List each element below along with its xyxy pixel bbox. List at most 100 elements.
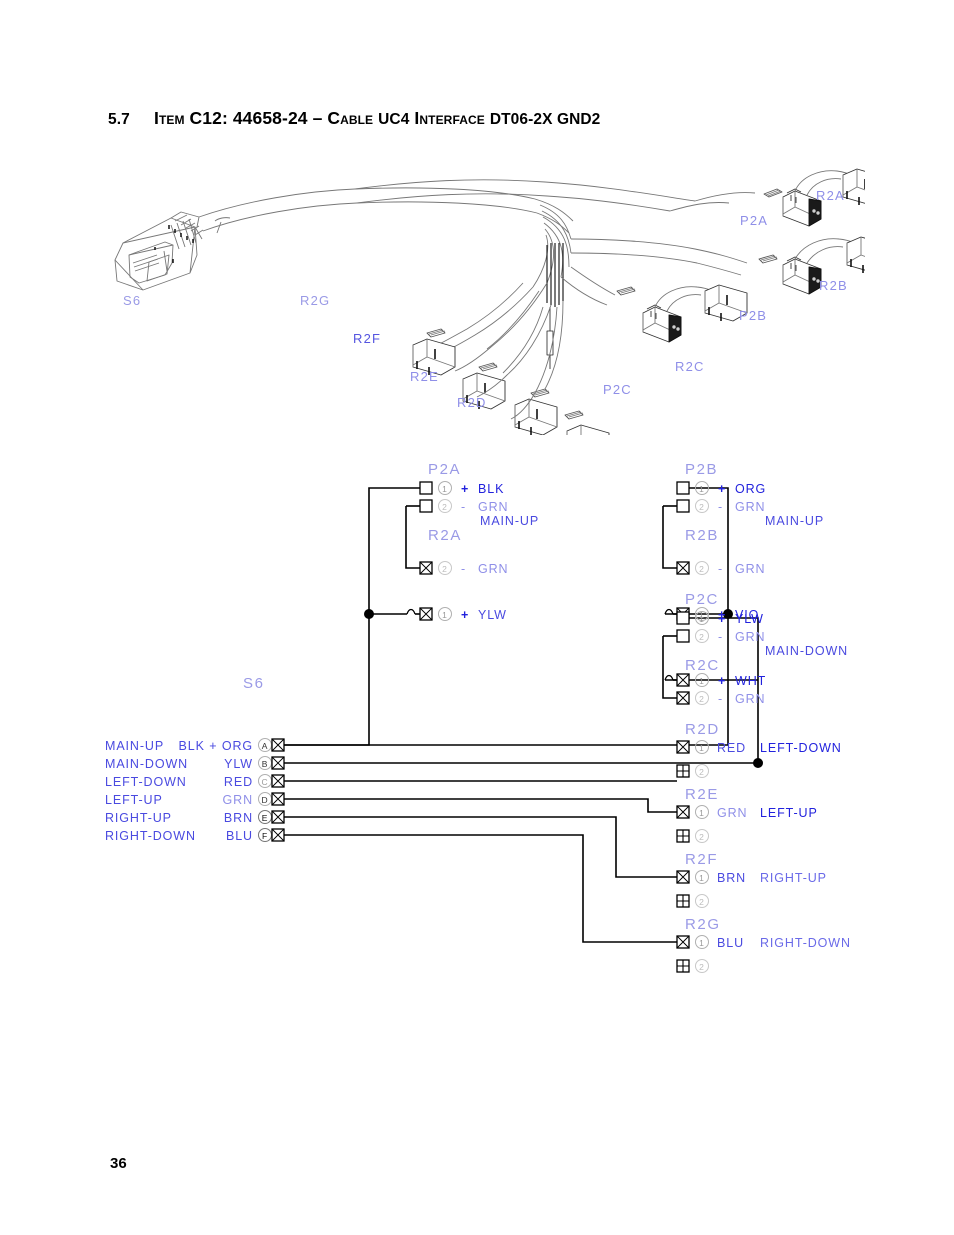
callout-r2a: R2A <box>816 188 845 203</box>
r2e-color-1: GRN <box>717 806 747 820</box>
p2c-sign-2: - <box>718 630 723 644</box>
r2c-sign-1: + <box>718 674 726 688</box>
p2b-sign-1: + <box>718 482 726 496</box>
r2d-pinnum-2: 2 <box>699 767 705 777</box>
p2c-color-1: YLW <box>735 612 764 626</box>
r2c-pinnum-1: 1 <box>699 676 705 686</box>
schematic-connector-r2d: R2D 1 RED LEFT-DOWN 2 <box>676 721 842 778</box>
schematic-group-main-down: P2C 1 + YLW 2 - GRN MAIN-DOWN R2C 1 + WH… <box>676 591 847 706</box>
callout-s6: S6 <box>123 293 141 308</box>
s6-color-f: BLU <box>226 829 253 843</box>
s6-color-c: RED <box>224 775 253 789</box>
group-function-main-up-right: MAIN-UP <box>765 514 824 528</box>
p2a-color-1: BLK <box>478 482 504 496</box>
p2a-pin-1: 1 + BLK <box>419 481 504 496</box>
p2a-pinnum-1: 1 <box>442 484 448 494</box>
callout-p2c: P2C <box>603 382 632 397</box>
r2f-function: RIGHT-UP <box>760 871 827 885</box>
s6-color-d: GRN <box>223 793 253 807</box>
r2e-pinnum-2: 2 <box>699 832 705 842</box>
r2f-pinnum-1: 1 <box>699 873 705 883</box>
p2a-sign-1: + <box>461 482 469 496</box>
section-title-part2: UC4 <box>378 111 410 128</box>
schematic-connector-s6: S6 MAIN-UP BLK + ORG A MAIN-DOWN YLW B L… <box>105 675 285 843</box>
r2b-title: R2B <box>685 527 719 544</box>
s6-pinnum-e: E <box>262 813 269 823</box>
s6-function-d: LEFT-UP <box>105 793 163 807</box>
r2f-title: R2F <box>685 851 718 868</box>
p2a-pinnum-2: 2 <box>442 502 448 512</box>
r2g-title: R2G <box>685 916 721 933</box>
r2d-title: R2D <box>685 721 720 738</box>
p2a-sign-2: - <box>461 500 466 514</box>
page-number: 36 <box>110 1155 127 1172</box>
s6-pin-row-a: MAIN-UP BLK + ORG A <box>105 738 285 753</box>
s6-pinnum-c: C <box>261 777 268 787</box>
r2c-color-2: GRN <box>735 692 765 706</box>
r2g-pinnum-1: 1 <box>699 938 705 948</box>
s6-color-e: BRN <box>224 811 253 825</box>
section-number: 5.7 <box>108 111 130 128</box>
p2a-pin-2: 2 - GRN <box>419 499 508 514</box>
p2c-pinnum-1: 1 <box>699 614 705 624</box>
callout-p2a: P2A <box>740 213 768 228</box>
callout-r2b: R2B <box>819 278 848 293</box>
r2a-pin-1: 1 + YLW <box>419 607 507 622</box>
r2g-function: RIGHT-DOWN <box>760 936 851 950</box>
p2c-pin-2: 2 - GRN <box>676 629 765 644</box>
r2e-function: LEFT-UP <box>760 806 818 820</box>
r2f-color-1: BRN <box>717 871 746 885</box>
p2b-pinnum-1: 1 <box>699 484 705 494</box>
s6-function-b: MAIN-DOWN <box>105 757 188 771</box>
cable-assembly-drawing: S6 R2G R2F R2E R2D P2C R2C P2B R2B P2A R… <box>114 168 865 435</box>
r2d-color-1: RED <box>717 741 746 755</box>
p2b-pinnum-2: 2 <box>699 502 705 512</box>
schematic-group-main-up-left: P2A 1 + BLK 2 - GRN MAIN-UP R2A 1 + YLW <box>419 461 539 622</box>
s6-pin-row-e: RIGHT-UP BRN E <box>105 810 285 825</box>
r2a-title: R2A <box>428 527 462 544</box>
s6-color-a: BLK + ORG <box>179 739 253 753</box>
schematic-connector-r2g: R2G 1 BLU RIGHT-DOWN 2 <box>676 916 851 973</box>
group-function-main-up-left: MAIN-UP <box>480 514 539 528</box>
s6-pin-row-b: MAIN-DOWN YLW B <box>105 756 285 771</box>
s6-title: S6 <box>243 675 265 692</box>
s6-color-b: YLW <box>224 757 253 771</box>
r2b-color-2: GRN <box>735 562 765 576</box>
p2c-sign-1: + <box>718 612 726 626</box>
r2b-sign-2: - <box>718 562 723 576</box>
s6-pin-row-f: RIGHT-DOWN BLU F <box>105 828 285 843</box>
r2a-color-2: GRN <box>478 562 508 576</box>
callout-r2d: R2D <box>457 395 487 410</box>
schematic-connector-r2e: R2E 1 GRN LEFT-UP 2 <box>676 786 818 843</box>
r2d-function: LEFT-DOWN <box>760 741 842 755</box>
p2b-sign-2: - <box>718 500 723 514</box>
r2a-color-1: YLW <box>478 608 507 622</box>
section-title-part3: Interface <box>409 108 490 128</box>
r2c-sign-2: - <box>718 692 723 706</box>
r2b-pinnum-2: 2 <box>699 564 705 574</box>
p2b-pin-2: 2 - GRN <box>676 499 765 514</box>
p2a-title: P2A <box>428 461 461 478</box>
p2c-title: P2C <box>685 591 719 608</box>
section-title-part4: DT06-2X GND2 <box>489 111 601 128</box>
r2a-pin-2: 2 - GRN <box>419 561 508 576</box>
s6-pin-row-c: LEFT-DOWN RED C <box>105 774 285 789</box>
wiring-schematic: S6 MAIN-UP BLK + ORG A MAIN-DOWN YLW B L… <box>105 461 851 973</box>
s6-function-a: MAIN-UP <box>105 739 164 753</box>
section-title-part1: Item C12: 44658-24 – Cable <box>154 108 379 128</box>
r2a-pinnum-2: 2 <box>442 564 448 574</box>
r2c-pin-2: 2 - GRN <box>676 691 765 706</box>
r2e-title: R2E <box>685 786 719 803</box>
r2f-pinnum-2: 2 <box>699 897 705 907</box>
s6-pinnum-a: A <box>262 741 269 751</box>
s6-pinnum-f: F <box>262 831 268 841</box>
callout-r2e: R2E <box>410 369 439 384</box>
callout-r2f: R2F <box>353 331 381 346</box>
s6-pinnum-d: D <box>261 795 268 805</box>
s6-pinnum-b: B <box>262 759 269 769</box>
r2c-color-1: WHT <box>735 674 766 688</box>
r2c-title: R2C <box>685 657 720 674</box>
r2b-pin-2: 2 - GRN <box>676 561 765 576</box>
callout-r2c: R2C <box>675 359 705 374</box>
p2b-color-1: ORG <box>735 482 766 496</box>
